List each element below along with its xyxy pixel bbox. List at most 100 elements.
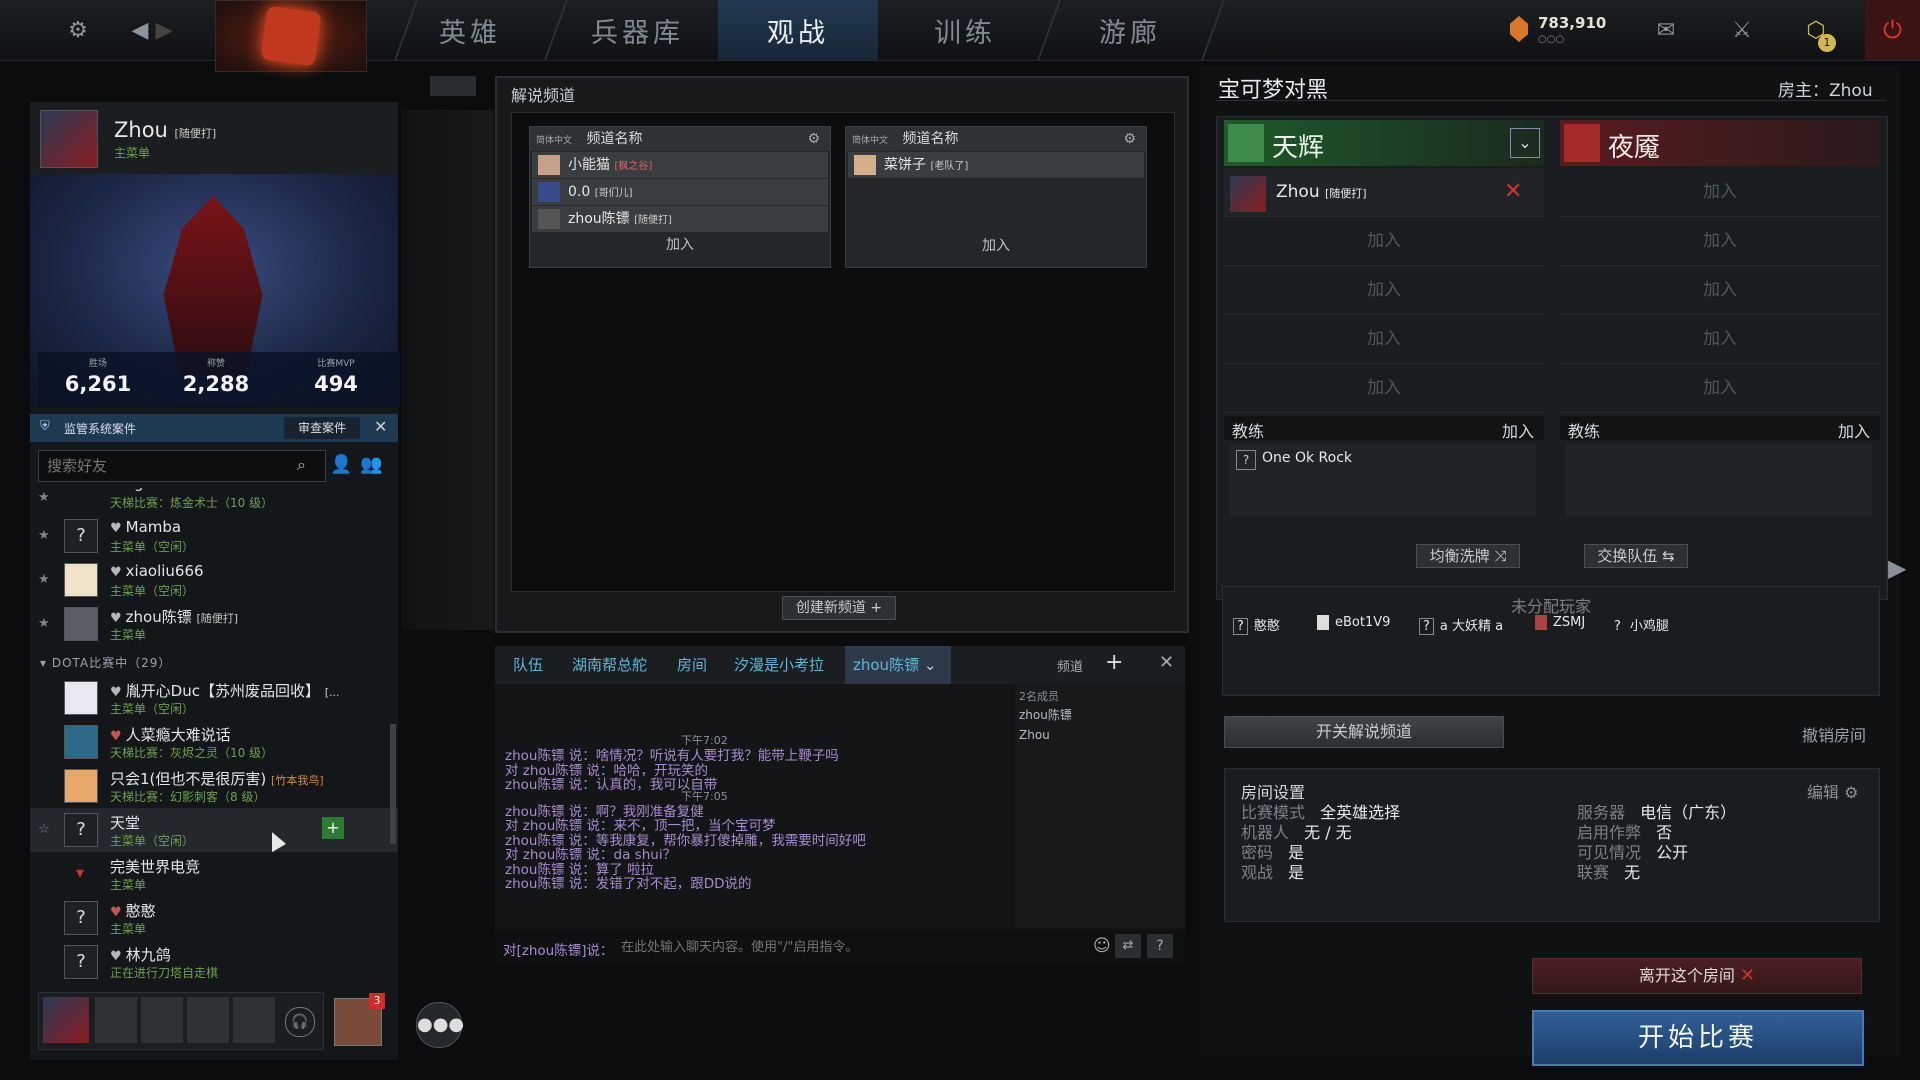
- dire-join-slot[interactable]: 加入: [1560, 315, 1880, 364]
- party-slot-empty[interactable]: [233, 997, 275, 1043]
- tab-watch[interactable]: 观战: [718, 0, 878, 60]
- coach-join-button[interactable]: 加入: [1838, 418, 1870, 442]
- unassigned-player[interactable]: ? a 大妖精 a: [1419, 615, 1503, 635]
- gear-icon[interactable]: ⚙: [1123, 127, 1136, 151]
- star-outline-icon[interactable]: ☆: [38, 822, 50, 837]
- swap-teams-button[interactable]: 交换队伍 ⇆: [1584, 544, 1688, 568]
- channel-member[interactable]: zhou陈镖 [随便打]: [532, 206, 828, 232]
- list-item[interactable]: ★ ♥ zhou陈镖 [随便打] 主菜单: [30, 602, 398, 646]
- chat-member[interactable]: Zhou: [1019, 728, 1050, 742]
- balance-shuffle-button[interactable]: 均衡洗牌 ⤨: [1416, 544, 1520, 568]
- mail-icon[interactable]: ✉: [1648, 12, 1684, 48]
- star-icon[interactable]: ★: [38, 490, 50, 505]
- list-item[interactable]: ? ♥ 憨憨 主菜单: [30, 896, 398, 940]
- next-arrow-icon[interactable]: ▶: [1888, 554, 1906, 582]
- tab-heroes[interactable]: 英雄: [390, 0, 550, 60]
- radiant-join-slot[interactable]: 加入: [1224, 364, 1544, 413]
- cancel-lobby-button[interactable]: 撤销房间: [1802, 722, 1866, 746]
- list-item[interactable]: ★ ? ♥ Mamba 主菜单（空闲）: [30, 514, 398, 558]
- leave-lobby-button[interactable]: 离开这个房间 ✕: [1532, 958, 1862, 994]
- chat-tab-guild[interactable]: 湖南帮总舵: [572, 646, 647, 684]
- list-item[interactable]: ♥ 人菜瘾大难说话 天梯比赛：灰烬之灵（10 级）: [30, 720, 398, 764]
- join-channel-button[interactable]: 加入: [846, 235, 1146, 255]
- dire-header[interactable]: 夜魇: [1560, 120, 1880, 166]
- search-icon[interactable]: ⌕: [297, 455, 306, 475]
- join-channel-button[interactable]: 加入: [530, 234, 830, 254]
- star-icon[interactable]: ★: [38, 572, 50, 587]
- party-slot-empty[interactable]: [141, 997, 183, 1043]
- dire-join-slot[interactable]: 加入: [1560, 266, 1880, 315]
- party-menu-button[interactable]: ●●●: [416, 1002, 464, 1048]
- add-channel-icon[interactable]: +: [1105, 650, 1123, 675]
- coach-join-button[interactable]: 加入: [1502, 418, 1534, 442]
- star-icon[interactable]: ★: [38, 528, 50, 543]
- tab-arcade[interactable]: 游廊: [1050, 0, 1210, 60]
- radiant-join-slot[interactable]: 加入: [1224, 266, 1544, 315]
- star-icon[interactable]: ★: [38, 616, 50, 631]
- toggle-broadcast-button[interactable]: 开关解说频道: [1224, 716, 1504, 748]
- list-item[interactable]: ★ ♥ xiaoliu666 主菜单（空闲）: [30, 558, 398, 602]
- edit-settings-button[interactable]: 编辑 ⚙: [1807, 779, 1858, 803]
- power-icon[interactable]: ⏻: [1865, 0, 1920, 60]
- dire-join-slot[interactable]: 加入: [1560, 168, 1880, 217]
- chevron-down-icon[interactable]: ⌄: [1510, 128, 1540, 158]
- forward-arrow-icon[interactable]: ▶: [146, 12, 182, 48]
- chat-tab-party[interactable]: 汐漫是小考拉: [734, 646, 824, 684]
- radiant-slot-player[interactable]: Zhou [随便打] ✕: [1224, 168, 1544, 217]
- dire-join-slot[interactable]: 加入: [1560, 364, 1880, 413]
- unassigned-player[interactable]: eBot1V9: [1317, 615, 1390, 630]
- tab-armory[interactable]: 兵器库: [555, 0, 720, 60]
- chat-input[interactable]: [619, 936, 1063, 958]
- close-icon[interactable]: ✕: [374, 417, 387, 436]
- dota-logo-button[interactable]: [215, 0, 367, 72]
- emoji-icon[interactable]: ☺: [1093, 936, 1111, 956]
- create-channel-button[interactable]: 创建新频道 +: [782, 596, 896, 620]
- group-header-in-game[interactable]: ▾ DOTA比赛中（29）: [40, 654, 171, 671]
- radiant-join-slot[interactable]: 加入: [1224, 315, 1544, 364]
- chat-wheel-icon[interactable]: ⇄: [1115, 934, 1141, 958]
- list-item[interactable]: ♥ 胤开心Duc【苏州废品回收】 [... 主菜单（空闲）: [30, 676, 398, 720]
- help-icon[interactable]: ?: [1147, 934, 1173, 958]
- channel-member[interactable]: 小能猫 [枫之谷]: [532, 152, 828, 178]
- start-game-button[interactable]: 开始比赛: [1532, 1010, 1864, 1066]
- party-slot-self[interactable]: [43, 997, 89, 1043]
- coach-name[interactable]: One Ok Rock: [1262, 450, 1352, 466]
- channel-member[interactable]: 菜饼子 [老队了]: [848, 152, 1144, 178]
- unassigned-player[interactable]: ? 小鸡腿: [1611, 615, 1669, 634]
- chat-member[interactable]: zhou陈镖: [1019, 706, 1072, 723]
- settings-gear-icon[interactable]: ⚙: [60, 12, 96, 48]
- kick-player-icon[interactable]: ✕: [1504, 168, 1522, 216]
- party-slot-empty[interactable]: [187, 997, 229, 1043]
- channels-label[interactable]: 频道: [1057, 656, 1083, 675]
- friends-list-icon[interactable]: 👥: [360, 454, 382, 475]
- profile-header[interactable]: Zhou [随便打] 主菜单: [30, 102, 398, 174]
- friend-search-box[interactable]: ⌕: [38, 450, 326, 482]
- dire-join-slot[interactable]: 加入: [1560, 217, 1880, 266]
- review-case-button[interactable]: 审查案件: [284, 417, 360, 439]
- gear-icon[interactable]: ⚙: [807, 127, 820, 151]
- channel-member[interactable]: 0.0 [哥们儿]: [532, 179, 828, 205]
- add-friend-icon[interactable]: 👤: [330, 454, 352, 475]
- party-invite-avatar[interactable]: 3: [334, 993, 385, 1046]
- radiant-header[interactable]: 天辉 ⌄: [1224, 120, 1544, 166]
- invite-to-party-button[interactable]: +: [322, 817, 344, 839]
- chat-tab-lobby[interactable]: 房间: [677, 646, 707, 684]
- hero-showcase[interactable]: 胜场 6,261 称赞 2,288 比赛MVP 494: [30, 174, 400, 408]
- list-item[interactable]: 只会1(但也不是很厉害) [竹本我鸟] 天梯比赛：幻影刺客（8 级）: [30, 764, 398, 808]
- friends-scrollbar[interactable]: [390, 724, 396, 844]
- unassigned-player[interactable]: ? 憨憨: [1233, 615, 1280, 635]
- headset-icon[interactable]: 🎧: [285, 1007, 315, 1037]
- list-item[interactable]: ? ♥ 林九鸽 正在进行刀塔自走棋: [30, 940, 398, 984]
- tab-learn[interactable]: 训练: [885, 0, 1045, 60]
- chat-tab-team[interactable]: 队伍: [513, 646, 543, 684]
- friend-search-input[interactable]: [45, 454, 289, 478]
- chat-tab-whisper[interactable]: zhou陈镖 ⌄: [845, 646, 951, 684]
- list-item-selected[interactable]: ☆ ? 天堂 主菜单（空闲） +: [30, 808, 398, 852]
- list-item[interactable]: ▾ 完美世界电竞 主菜单: [30, 852, 398, 896]
- radiant-join-slot[interactable]: 加入: [1224, 217, 1544, 266]
- unassigned-player[interactable]: ZSMJ: [1535, 615, 1585, 630]
- party-slot-empty[interactable]: [95, 997, 137, 1043]
- list-item[interactable]: ★ fongdu 天梯比赛：炼金术士（10 级）: [30, 488, 398, 514]
- inventory-icon[interactable]: ⚔: [1724, 12, 1760, 48]
- close-chat-icon[interactable]: ✕: [1159, 652, 1174, 673]
